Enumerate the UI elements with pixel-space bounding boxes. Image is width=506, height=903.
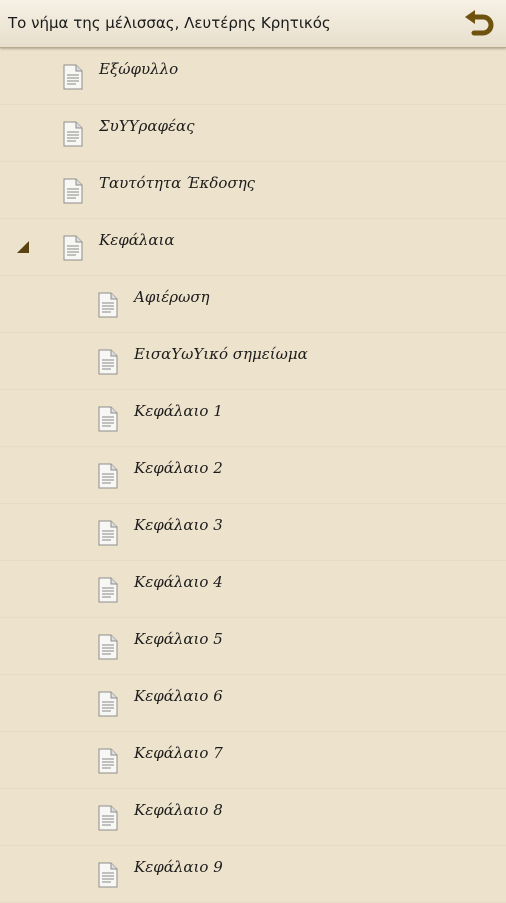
toc-item-label: ΕισαΥωΥικό σημείωμα <box>134 345 308 363</box>
toc-item-label: Κεφάλαιο 1 <box>134 402 223 420</box>
toc-item[interactable]: Κεφάλαιο 3 <box>0 504 506 561</box>
document-icon <box>62 121 84 147</box>
toc-item-label: Κεφάλαιο 4 <box>134 573 223 591</box>
toc-item[interactable]: Κεφάλαιο 8 <box>0 789 506 846</box>
document-icon <box>97 691 119 717</box>
toc-item-label: Κεφάλαιο 7 <box>134 744 223 762</box>
document-icon <box>97 349 119 375</box>
toc-item[interactable]: ΕισαΥωΥικό σημείωμα <box>0 333 506 390</box>
toc-item-label: Κεφάλαιο 8 <box>134 801 223 819</box>
document-icon <box>97 634 119 660</box>
toc-item[interactable]: Κεφάλαιο 7 <box>0 732 506 789</box>
toc-item-label: Κεφάλαιο 5 <box>134 630 223 648</box>
toc-item[interactable]: Κεφάλαιο 2 <box>0 447 506 504</box>
back-button[interactable] <box>462 8 496 40</box>
toc-item-label: ΣυΥΥραφέας <box>99 117 195 135</box>
expand-triangle-icon[interactable] <box>17 241 29 253</box>
document-icon <box>97 463 119 489</box>
document-icon <box>62 178 84 204</box>
document-icon <box>62 235 84 261</box>
toc-item[interactable]: ΣυΥΥραφέας <box>0 105 506 162</box>
toc-item-label: Κεφάλαιο 9 <box>134 858 223 876</box>
toc-item[interactable]: Κεφάλαιο 6 <box>0 675 506 732</box>
toc-list: Εξώφυλλο ΣυΥΥραφέας Ταυτότητα Έκδοσης Κεφάλ… <box>0 48 506 903</box>
toc-item[interactable]: Κεφάλαιο 4 <box>0 561 506 618</box>
toc-item[interactable]: Κεφάλαιο 9 <box>0 846 506 903</box>
book-title: Το νήμα της μέλισσας, Λευτέρης Κρητικός <box>8 14 331 32</box>
document-icon <box>97 748 119 774</box>
toc-item-label: Κεφάλαιο 2 <box>134 459 223 477</box>
document-icon <box>62 64 84 90</box>
toc-item[interactable]: Ταυτότητα Έκδοσης <box>0 162 506 219</box>
toc-item[interactable]: Εξώφυλλο <box>0 48 506 105</box>
toc-item-label: Εξώφυλλο <box>99 60 179 78</box>
toc-item-label: Αφιέρωση <box>134 288 210 306</box>
toc-item-label: Κεφάλαιο 3 <box>134 516 223 534</box>
app-header: Το νήμα της μέλισσας, Λευτέρης Κρητικός <box>0 0 506 48</box>
document-icon <box>97 805 119 831</box>
document-icon <box>97 577 119 603</box>
document-icon <box>97 862 119 888</box>
toc-item-label: Κεφάλαια <box>99 231 175 249</box>
document-icon <box>97 520 119 546</box>
toc-item-label: Ταυτότητα Έκδοσης <box>99 174 256 192</box>
document-icon <box>97 406 119 432</box>
toc-item-label: Κεφάλαιο 6 <box>134 687 223 705</box>
toc-item[interactable]: Κεφάλαιο 5 <box>0 618 506 675</box>
toc-item[interactable]: Αφιέρωση <box>0 276 506 333</box>
toc-item[interactable]: Κεφάλαιο 1 <box>0 390 506 447</box>
toc-item[interactable]: Κεφάλαια <box>0 219 506 276</box>
undo-arrow-icon <box>465 10 494 36</box>
document-icon <box>97 292 119 318</box>
